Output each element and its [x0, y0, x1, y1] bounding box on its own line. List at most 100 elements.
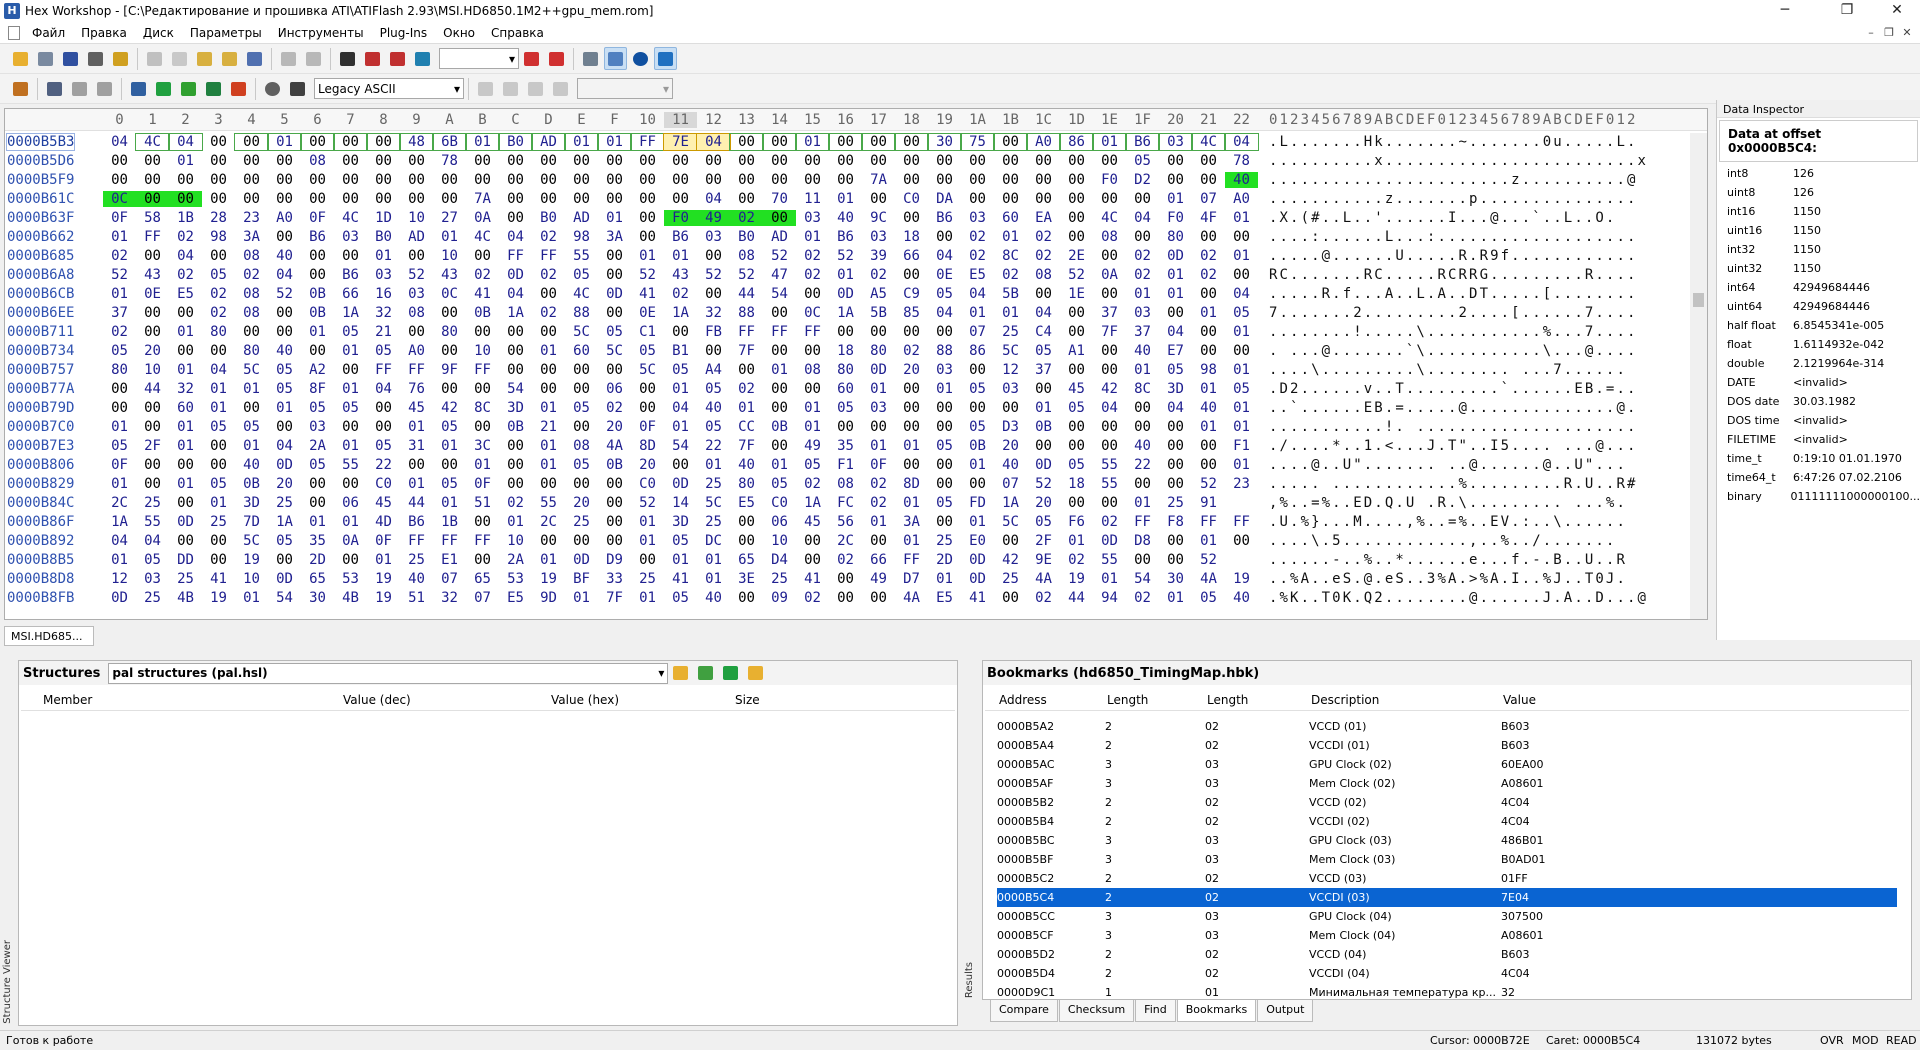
hex-byte[interactable]: 23 [1225, 476, 1258, 492]
hex-byte[interactable]: 25 [169, 571, 202, 587]
hex-byte[interactable]: 00 [301, 191, 334, 207]
hex-byte[interactable]: 1A [268, 514, 301, 530]
hex-byte[interactable]: 05 [796, 457, 829, 473]
hex-byte[interactable]: 2A [301, 438, 334, 454]
ascii-text[interactable]: ..........x........................x [1269, 153, 1648, 169]
hex-byte[interactable]: 00 [169, 533, 202, 549]
inspector-row[interactable]: float 1.6114932e-042 [1717, 335, 1920, 354]
structure-remove-icon[interactable] [93, 77, 116, 100]
mdi-close-icon[interactable]: ✕ [1898, 26, 1916, 39]
hex-byte[interactable]: 31 [400, 438, 433, 454]
hex-byte[interactable]: F1 [829, 457, 862, 473]
hex-byte[interactable]: 05 [829, 400, 862, 416]
hex-byte[interactable]: 00 [466, 153, 499, 169]
hex-byte[interactable]: 01 [664, 552, 697, 568]
hex-byte[interactable]: 00 [301, 476, 334, 492]
hex-byte[interactable]: 00 [631, 153, 664, 169]
hex-byte[interactable]: 0B [466, 305, 499, 321]
hex-byte[interactable]: 4C [1093, 210, 1126, 226]
col-description[interactable]: Description [1311, 693, 1379, 707]
hex-byte[interactable]: 00 [861, 133, 896, 151]
hex-byte[interactable]: 01 [1225, 457, 1258, 473]
hex-byte[interactable]: 40 [400, 571, 433, 587]
hex-byte[interactable]: 44 [730, 286, 763, 302]
hex-byte[interactable]: 01 [367, 248, 400, 264]
hex-byte[interactable]: 00 [928, 476, 961, 492]
hex-byte[interactable]: 37 [1126, 324, 1159, 340]
ascii-text[interactable]: ..%A..eS.@.eS..3%A.>%A.I..%J..T0J. [1269, 571, 1627, 587]
hex-byte[interactable]: 01 [631, 248, 664, 264]
hex-byte[interactable]: 00 [598, 362, 631, 378]
hex-byte[interactable]: 00 [928, 514, 961, 530]
hex-byte[interactable]: 00 [169, 191, 202, 207]
hex-byte[interactable]: 40 [730, 457, 763, 473]
hex-byte[interactable]: 00 [433, 381, 466, 397]
hex-byte[interactable]: 01 [1225, 419, 1258, 435]
hex-byte[interactable]: 01 [235, 590, 268, 606]
hex-byte[interactable]: 25 [136, 495, 169, 511]
hex-byte[interactable]: F8 [1159, 514, 1192, 530]
hex-byte[interactable]: 02 [499, 495, 532, 511]
bookmark-row[interactable]: 0000B5B4 2 02 VCCDI (02) 4C04 [997, 812, 1897, 831]
hex-byte[interactable]: 00 [334, 362, 367, 378]
hex-byte[interactable]: 01 [928, 571, 961, 587]
hex-byte[interactable]: 00 [532, 191, 565, 207]
motorola-icon[interactable] [629, 47, 652, 70]
hex-byte[interactable]: 00 [532, 362, 565, 378]
ascii-text[interactable]: ,%..=%..ED.Q.U .R.\......... ...%. [1269, 495, 1627, 511]
hex-byte[interactable]: 40 [1225, 172, 1258, 188]
hex-byte[interactable]: 00 [829, 590, 862, 606]
hex-byte[interactable]: 00 [499, 210, 532, 226]
hex-byte[interactable]: 98 [1192, 362, 1225, 378]
hex-byte[interactable]: 01 [994, 229, 1027, 245]
hex-byte[interactable]: 7F [730, 343, 763, 359]
hex-byte[interactable]: 80 [829, 362, 862, 378]
hex-byte[interactable]: 05 [202, 419, 235, 435]
hex-byte[interactable]: 05 [565, 457, 598, 473]
hex-byte[interactable]: FF [630, 133, 665, 151]
hex-byte[interactable]: 00 [333, 133, 368, 151]
hex-byte[interactable]: 10 [499, 533, 532, 549]
hex-byte[interactable]: 05 [202, 476, 235, 492]
hex-byte[interactable]: 00 [1093, 153, 1126, 169]
hex-byte[interactable]: D8 [1126, 533, 1159, 549]
hex-byte[interactable]: 00 [1192, 172, 1225, 188]
hex-byte[interactable]: 00 [1060, 438, 1093, 454]
hex-byte[interactable]: 04 [1126, 210, 1159, 226]
hex-byte[interactable]: B6 [334, 267, 367, 283]
hex-byte[interactable]: 03 [928, 362, 961, 378]
hex-byte[interactable]: 5B [862, 305, 895, 321]
hex-byte[interactable]: 05 [1126, 153, 1159, 169]
hex-byte[interactable]: 05 [763, 476, 796, 492]
hex-byte[interactable]: 00 [235, 324, 268, 340]
hex-byte[interactable]: 43 [664, 267, 697, 283]
first-record-icon[interactable] [474, 77, 497, 100]
inspector-row[interactable]: uint16 1150 [1717, 221, 1920, 240]
hex-byte[interactable]: 41 [664, 571, 697, 587]
hex-byte[interactable]: 11 [796, 191, 829, 207]
hex-byte[interactable]: 02 [796, 248, 829, 264]
hex-byte[interactable]: 02 [796, 590, 829, 606]
hex-byte[interactable]: 00 [400, 324, 433, 340]
undo-icon[interactable] [277, 47, 300, 70]
hex-byte[interactable]: 04 [664, 400, 697, 416]
hex-byte[interactable]: 00 [532, 324, 565, 340]
hex-byte[interactable]: AD [763, 229, 796, 245]
hex-byte[interactable]: 00 [961, 172, 994, 188]
hex-byte[interactable]: 55 [532, 495, 565, 511]
col-value[interactable]: Value [1503, 693, 1536, 707]
hex-byte[interactable]: 41 [796, 571, 829, 587]
hex-byte[interactable]: 00 [334, 419, 367, 435]
hex-byte[interactable]: 01 [103, 229, 136, 245]
hex-byte[interactable]: 00 [202, 248, 235, 264]
hex-byte[interactable]: 00 [598, 533, 631, 549]
ascii-text[interactable]: .U.%}...M....,%..=%..EV.:..\...... [1269, 514, 1627, 530]
hex-byte[interactable]: 0C [433, 286, 466, 302]
hex-byte[interactable]: 00 [334, 248, 367, 264]
hex-byte[interactable]: 00 [895, 267, 928, 283]
hex-byte[interactable]: 40 [1126, 343, 1159, 359]
ascii-text[interactable]: .%K..T0K.Q2........@......J.A..D...@ [1269, 590, 1648, 606]
hex-byte[interactable]: 04 [1224, 133, 1259, 151]
hex-byte[interactable]: 18 [829, 343, 862, 359]
hex-byte[interactable]: 35 [829, 438, 862, 454]
